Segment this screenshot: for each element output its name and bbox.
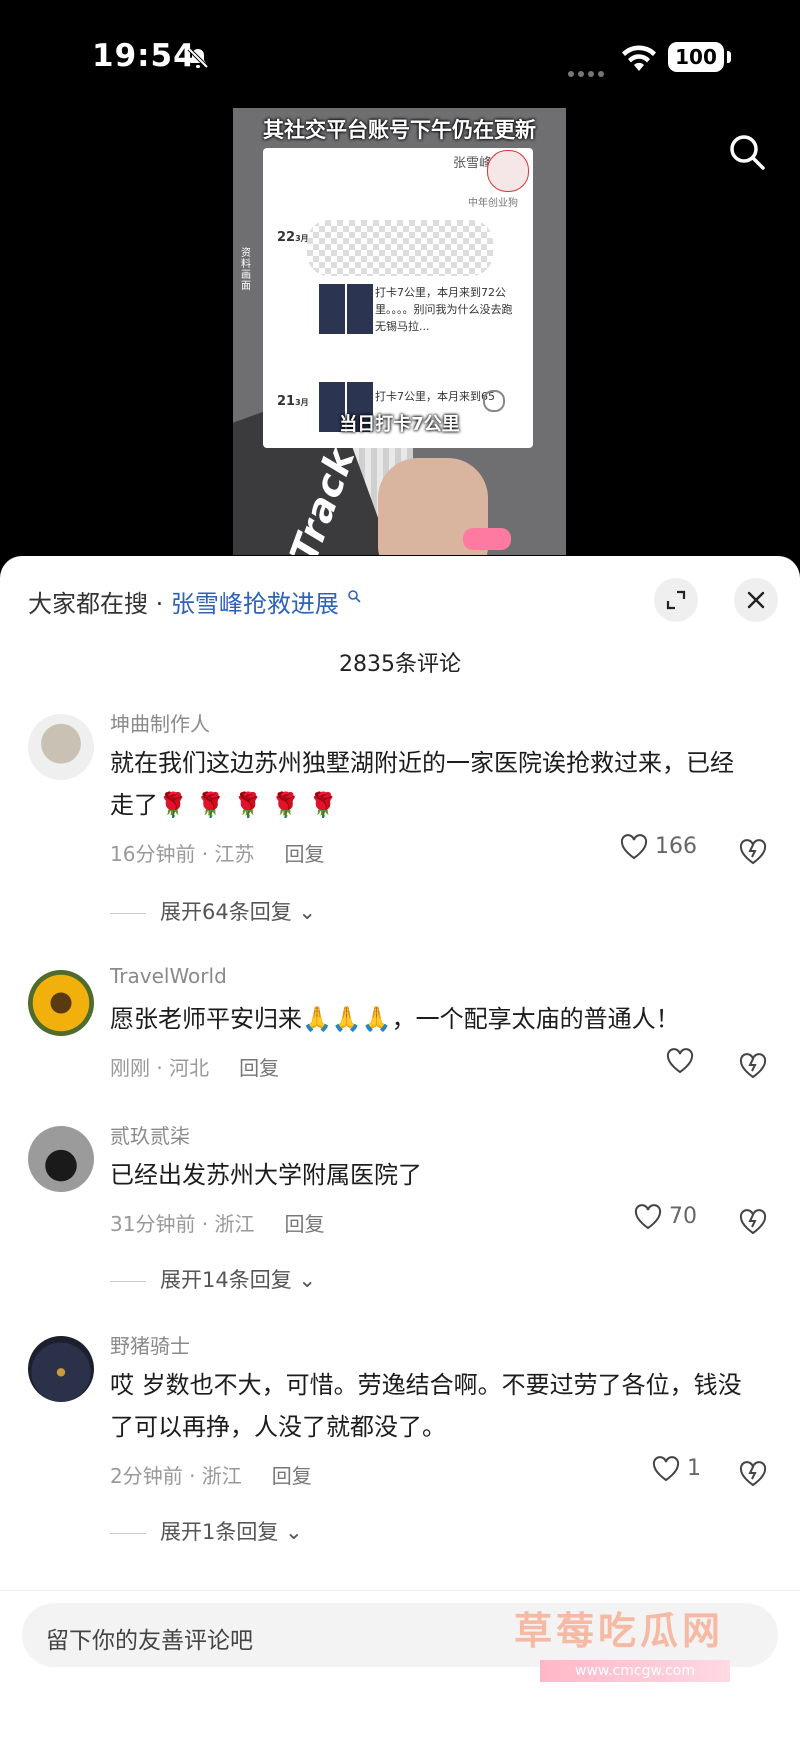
comment-text: 愿张老师平安归来🙏🙏🙏，一个配享太庙的普通人！: [110, 1005, 680, 1033]
like-button[interactable]: 166: [620, 834, 710, 860]
close-sheet-button[interactable]: [734, 578, 778, 622]
watermark-url: www.cmcgw.com: [540, 1660, 730, 1682]
battery-indicator: 100: [668, 42, 724, 72]
avatar[interactable]: [28, 714, 94, 780]
small-search-icon: [347, 590, 361, 603]
like-count: 166: [655, 834, 697, 859]
blurred-image: [307, 220, 493, 276]
close-icon: [747, 591, 765, 609]
comment-username[interactable]: 贰玖贰柒: [110, 1120, 190, 1149]
reply-button[interactable]: 回复: [272, 1464, 312, 1488]
like-button[interactable]: 70: [634, 1204, 724, 1230]
like-count: 1: [687, 1456, 701, 1481]
comment-count: 2835条评论: [339, 652, 461, 677]
avatar[interactable]: [28, 1336, 94, 1402]
hot-search-keyword[interactable]: 张雪峰抢救进展: [171, 590, 339, 618]
comment-meta: 2分钟前 · 浙江 回复: [110, 1464, 312, 1488]
post-thumbnail: [347, 284, 373, 334]
post-date-2: 213月: [277, 394, 309, 409]
watermark-logo: 草莓吃瓜网: [514, 1609, 725, 1653]
hot-search-prefix: 大家都在搜 ·: [28, 590, 171, 618]
dislike-icon[interactable]: [738, 1458, 768, 1488]
post-date-1: 223月: [277, 230, 309, 245]
dislike-icon[interactable]: [738, 1206, 768, 1236]
social-post-screenshot: 张雪峰 中年创业狗 223月 打卡7公里，本月来到72公里。。。。别问我为什么没…: [263, 148, 533, 448]
search-icon[interactable]: [727, 132, 767, 172]
reply-button[interactable]: 回复: [285, 1212, 325, 1236]
dislike-icon[interactable]: [738, 1050, 768, 1080]
comment-meta: 刚刚 · 河北 回复: [110, 1056, 280, 1080]
post-author-avatar: [487, 150, 529, 192]
expand-icon: [666, 590, 686, 610]
reply-button[interactable]: 回复: [239, 1056, 279, 1080]
expand-sheet-button[interactable]: [654, 578, 698, 622]
video-side-label: 资料画面: [241, 248, 251, 292]
scan-icon: [483, 390, 505, 412]
expand-replies-button[interactable]: 展开64条回复 ⌄: [110, 896, 316, 926]
reply-button[interactable]: 回复: [285, 842, 325, 866]
comment-meta: 31分钟前 · 浙江 回复: [110, 1212, 325, 1236]
signal-dots-icon: [568, 62, 608, 81]
comment-input-placeholder: 留下你的友善评论吧: [46, 1628, 253, 1654]
avatar[interactable]: [28, 1126, 94, 1192]
heart-icon: [666, 1048, 694, 1074]
comment-meta: 16分钟前 · 江苏 回复: [110, 842, 325, 866]
dislike-icon[interactable]: [738, 836, 768, 866]
video-caption-bottom: 当日打卡7公里: [339, 414, 460, 435]
expand-replies-button[interactable]: 展开1条回复 ⌄: [110, 1516, 303, 1546]
comment-username[interactable]: TravelWorld: [110, 964, 227, 988]
wifi-icon: [622, 45, 656, 71]
post-text-1: 打卡7公里，本月来到72公里。。。。别问我为什么没去跑无锡马拉...: [375, 286, 513, 333]
comment-text: 哎 岁数也不大，可惜。劳逸结合啊。不要过劳了各位，钱没了可以再挣，人没了就都没了…: [110, 1371, 742, 1441]
video-caption-top: 其社交平台账号下午仍在更新: [263, 118, 536, 142]
comment-text: 就在我们这边苏州独墅湖附近的一家医院诶抢救过来，已经走了🌹 🌹 🌹 🌹 🌹: [110, 749, 734, 819]
heart-icon: [652, 1456, 680, 1482]
battery-cap: [727, 51, 731, 63]
comment-sheet: 大家都在搜 · 张雪峰抢救进展 2835条评论 坤曲制作人 就在我们这边苏州独墅…: [0, 556, 800, 1738]
like-button[interactable]: 1: [652, 1456, 742, 1482]
post-thumbnail: [319, 284, 345, 334]
hot-search-bar[interactable]: 大家都在搜 · 张雪峰抢救进展: [28, 584, 361, 619]
expand-replies-button[interactable]: 展开14条回复 ⌄: [110, 1264, 316, 1294]
comment-text: 已经出发苏州大学附属医院了: [110, 1161, 422, 1189]
silent-bell-icon: [187, 47, 209, 69]
post-author-subtitle: 中年创业狗: [468, 198, 518, 209]
comment-username[interactable]: 野猪骑士: [110, 1330, 190, 1359]
like-count: 70: [669, 1204, 697, 1229]
heart-icon: [634, 1204, 662, 1230]
video-player[interactable]: Track 资料画面 张雪峰 中年创业狗 223月 打卡7公里，本月来到72公里…: [233, 108, 566, 555]
runner-shoe: [463, 528, 511, 550]
status-bar: 19:54 100: [0, 0, 800, 120]
heart-icon: [620, 834, 648, 860]
clock: 19:54: [92, 38, 196, 74]
comment-username[interactable]: 坤曲制作人: [110, 708, 210, 737]
avatar[interactable]: [28, 970, 94, 1036]
